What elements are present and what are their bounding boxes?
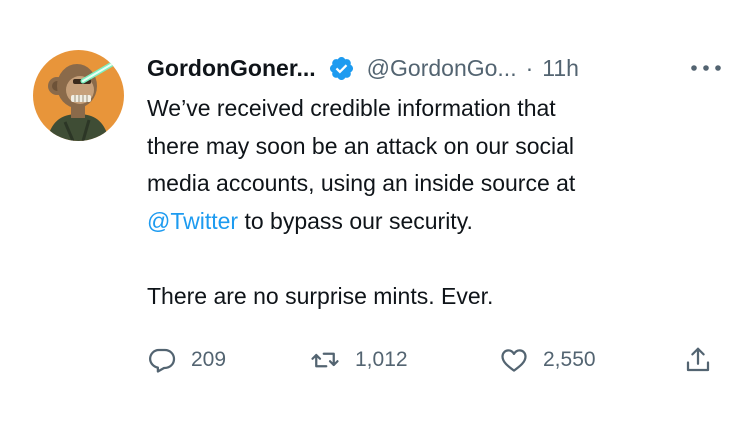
action-bar: 209 1,012 2,550 — [147, 340, 727, 380]
heart-icon — [499, 345, 529, 375]
tweet-line-rest: to bypass our security. — [238, 207, 473, 234]
tweet-line: We’ve received credible information that — [147, 95, 556, 121]
tweet-header: GordonGoner... @GordonGo... · 11h — [147, 50, 579, 86]
tweet-line: there may soon be an attack on our socia… — [147, 132, 575, 159]
reply-icon — [147, 345, 177, 375]
retweet-icon — [309, 345, 341, 375]
share-icon — [683, 345, 713, 375]
timestamp[interactable]: 11h — [542, 55, 579, 82]
reply-button[interactable]: 209 — [147, 340, 226, 380]
retweet-count: 1,012 — [355, 348, 408, 371]
user-handle[interactable]: @GordonGo... — [367, 55, 517, 82]
like-button[interactable]: 2,550 — [499, 340, 596, 380]
share-button[interactable] — [683, 340, 713, 380]
separator-dot: · — [525, 54, 534, 81]
tweet[interactable]: GordonGoner... @GordonGo... · 11h We’ve … — [0, 0, 749, 421]
retweet-button[interactable]: 1,012 — [309, 340, 408, 380]
tweet-line: There are no surprise mints. Ever. — [147, 282, 494, 309]
avatar[interactable] — [33, 50, 124, 141]
tweet-line: @Twitter to bypass our security. — [147, 203, 727, 241]
more-options-icon[interactable] — [688, 58, 724, 78]
like-count: 2,550 — [543, 348, 596, 371]
reply-count: 209 — [191, 348, 227, 371]
display-name[interactable]: GordonGoner... — [147, 55, 316, 82]
verified-badge-icon — [328, 55, 355, 82]
tweet-text: We’ve received credible information that… — [147, 90, 727, 315]
ape-avatar-image — [33, 50, 124, 141]
mention-link[interactable]: @Twitter — [147, 208, 238, 234]
tweet-line: media accounts, using an inside source a… — [147, 170, 576, 196]
